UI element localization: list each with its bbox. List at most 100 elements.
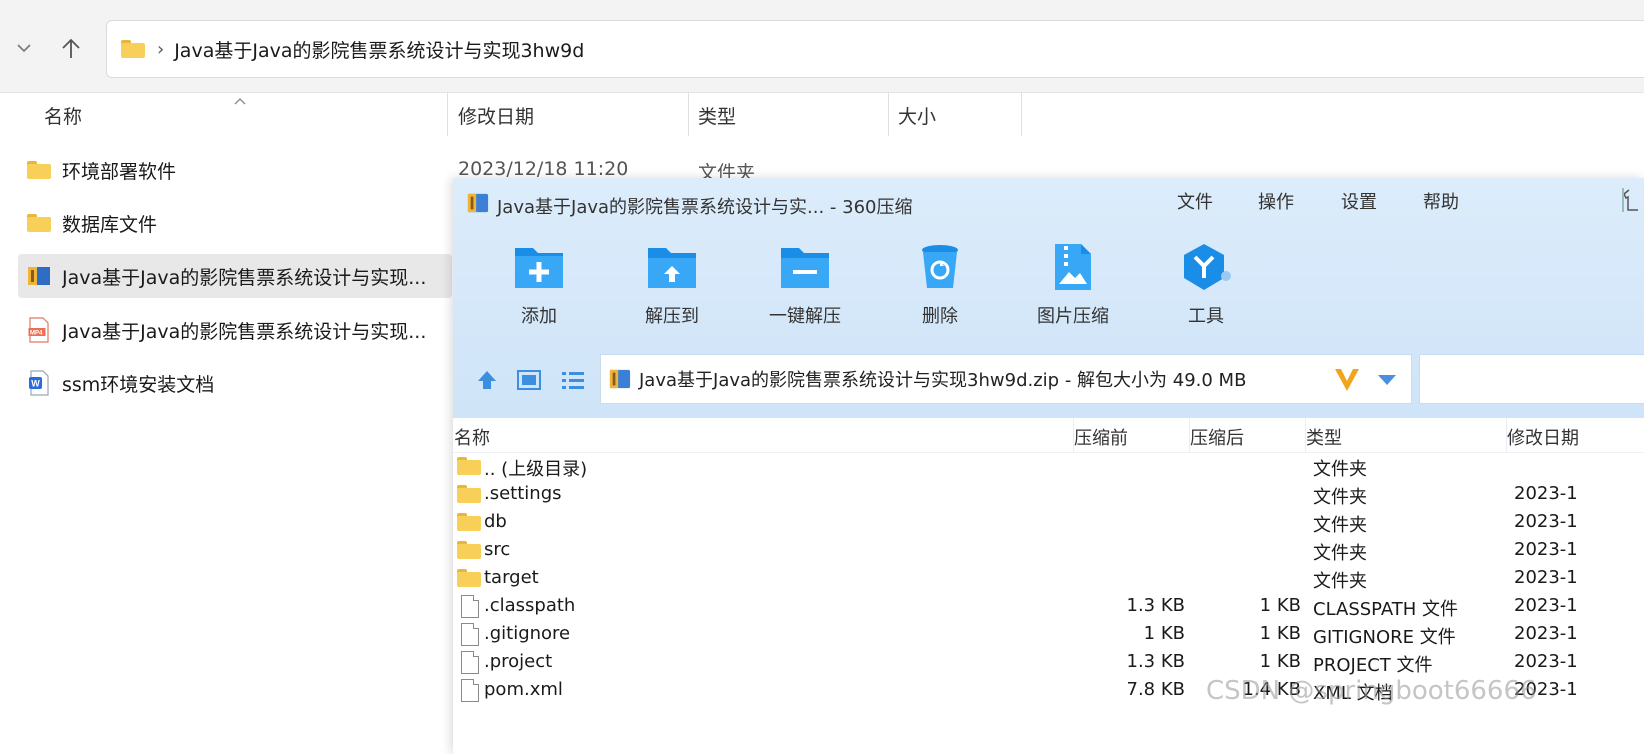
list-view-icon[interactable] xyxy=(559,366,587,394)
zip-list-row[interactable]: .project 1.3 KB 1 KB PROJECT 文件 2023-1 xyxy=(453,649,1644,677)
column-divider[interactable] xyxy=(1021,92,1022,136)
zip-item-date: 2023-1 xyxy=(1514,511,1578,532)
zip-item-type: GITIGNORE 文件 xyxy=(1313,627,1456,648)
zip-list-row[interactable]: .settings 文件夹 2023-1 xyxy=(453,481,1644,509)
column-modified-header[interactable]: 修改日期 xyxy=(458,92,534,138)
path-dropdown-icon[interactable] xyxy=(1377,371,1397,390)
explorer-toolbar: › Java基于Java的影院售票系统设计与实现3hw9d xyxy=(0,0,1644,93)
add-button[interactable]: 添加 xyxy=(479,242,599,328)
column-name-header[interactable]: 名称 xyxy=(44,92,82,138)
zip-item-name: pom.xml xyxy=(484,679,563,700)
address-bar[interactable]: › Java基于Java的影院售票系统设计与实现3hw9d xyxy=(106,20,1644,78)
explorer-list-item[interactable]: MP4 Java基于Java的影院售票系统设计与实现... xyxy=(18,308,452,352)
item-name: Java基于Java的影院售票系统设计与实现... xyxy=(62,320,427,343)
column-divider[interactable] xyxy=(688,92,689,136)
tools-button[interactable]: 工具 xyxy=(1146,242,1266,328)
menu-operations[interactable]: 操作 xyxy=(1258,188,1294,214)
explorer-list-item[interactable]: W ssm环境安装文档 xyxy=(18,361,452,405)
explorer-list-item[interactable]: Java基于Java的影院售票系统设计与实现... xyxy=(18,254,452,298)
zip-item-date: 2023-1 xyxy=(1514,595,1578,616)
image-compress-button[interactable]: 图片压缩 xyxy=(1013,242,1133,328)
word-document-icon: W xyxy=(26,370,52,396)
zip-item-date: 2023-1 xyxy=(1514,539,1578,560)
recent-locations-chevron-icon[interactable] xyxy=(4,28,44,68)
tools-icon xyxy=(1184,244,1231,290)
zip-item-size-before: 7.8 KB xyxy=(1126,679,1186,700)
svg-text:MP4: MP4 xyxy=(30,331,43,337)
mp4-file-icon: MP4 xyxy=(26,317,52,343)
zip-item-name: .settings xyxy=(484,483,562,504)
zip-item-type: PROJECT 文件 xyxy=(1313,655,1433,676)
zip-archive-icon xyxy=(26,263,52,289)
zip-list-row[interactable]: src 文件夹 2023-1 xyxy=(453,537,1644,565)
sort-ascending-icon xyxy=(234,90,246,109)
item-modified-date: 2023/12/18 11:20 xyxy=(458,158,629,180)
zip-col-type[interactable]: 类型 xyxy=(1306,424,1342,450)
folder-icon xyxy=(457,539,481,561)
zip-col-before[interactable]: 压缩前 xyxy=(1074,424,1128,450)
svg-text:W: W xyxy=(31,379,40,389)
column-type-header[interactable]: 类型 xyxy=(698,92,736,138)
extract-to-button[interactable]: 解压到 xyxy=(612,242,732,328)
menu-help[interactable]: 帮助 xyxy=(1423,188,1459,214)
zip-window-title: Java基于Java的影院售票系统设计与实... - 360压缩 xyxy=(467,192,913,219)
zip-item-type: 文件夹 xyxy=(1313,459,1367,480)
archive-path-text: Java基于Java的影院售票系统设计与实现3hw9d.zip - 解包大小为 … xyxy=(639,370,1247,391)
archive-path-field[interactable]: Java基于Java的影院售票系统设计与实现3hw9d.zip - 解包大小为 … xyxy=(600,354,1412,404)
zip-col-modified[interactable]: 修改日期 xyxy=(1507,424,1579,450)
zip-item-date: 2023-1 xyxy=(1514,567,1578,588)
zip-app-icon xyxy=(467,192,489,219)
explorer-list-item[interactable]: 环境部署软件 xyxy=(18,148,452,192)
column-divider[interactable] xyxy=(447,92,448,136)
zip-column-header: 名称 压缩前 压缩后 类型 修改日期 xyxy=(453,418,1644,453)
delete-button[interactable]: 删除 xyxy=(880,242,1000,328)
archive-search-input[interactable] xyxy=(1419,354,1644,404)
zip-list-row[interactable]: .gitignore 1 KB 1 KB GITIGNORE 文件 2023-1 xyxy=(453,621,1644,649)
explorer-list-item[interactable]: 数据库文件 xyxy=(18,201,452,245)
zip-list-row[interactable]: db 文件夹 2023-1 xyxy=(453,509,1644,537)
zip-file-icon xyxy=(609,368,631,390)
menu-file[interactable]: 文件 xyxy=(1177,188,1213,214)
zip-item-date: 2023-1 xyxy=(1514,623,1578,644)
menu-settings[interactable]: 设置 xyxy=(1341,188,1377,214)
zip-item-size-after: 1 KB xyxy=(1259,651,1301,672)
zip-item-name: .project xyxy=(484,651,553,672)
zip-window-title-text: Java基于Java的影院售票系统设计与实... - 360压缩 xyxy=(497,196,913,218)
folder-icon xyxy=(26,157,52,183)
folder-icon xyxy=(457,483,481,505)
column-size-header[interactable]: 大小 xyxy=(898,92,936,138)
item-name: Java基于Java的影院售票系统设计与实现... xyxy=(62,266,427,289)
go-up-arrow-icon[interactable] xyxy=(473,366,501,394)
one-click-extract-button[interactable]: 一键解压 xyxy=(745,242,865,328)
zip-item-type: CLASSPATH 文件 xyxy=(1313,599,1459,620)
zip-item-size-before: 1.3 KB xyxy=(1126,595,1186,616)
zip-list-row[interactable]: .classpath 1.3 KB 1 KB CLASSPATH 文件 2023… xyxy=(453,593,1644,621)
tool-label: 工具 xyxy=(1188,306,1224,327)
zip-item-type: 文件夹 xyxy=(1313,487,1367,508)
up-arrow-icon[interactable] xyxy=(51,28,91,68)
zip-item-size-after: 1 KB xyxy=(1259,623,1301,644)
zip-item-name: target xyxy=(484,567,539,588)
folder-icon xyxy=(457,567,481,589)
zip-item-type: 文件夹 xyxy=(1313,543,1367,564)
zip-list-row[interactable]: target 文件夹 2023-1 xyxy=(453,565,1644,593)
zip-item-name: db xyxy=(484,511,507,532)
zip-window-header: Java基于Java的影院售票系统设计与实... - 360压缩 文件 操作 设… xyxy=(453,178,1644,418)
file-icon xyxy=(457,678,481,702)
tool-label: 删除 xyxy=(922,306,958,327)
zip-item-name: .classpath xyxy=(484,595,576,616)
zip-item-size-before: 1.3 KB xyxy=(1126,651,1186,672)
v-logo-icon[interactable] xyxy=(1333,365,1361,397)
file-icon xyxy=(457,622,481,646)
zip-item-name: .. (上级目录) xyxy=(484,459,588,480)
zip-list-row[interactable]: .. (上级目录) 文件夹 xyxy=(453,453,1644,481)
zip-path-row: Java基于Java的影院售票系统设计与实现3hw9d.zip - 解包大小为 … xyxy=(453,354,1644,406)
thumbnail-view-icon[interactable] xyxy=(515,366,543,394)
item-name: 环境部署软件 xyxy=(62,160,177,183)
image-compress-icon xyxy=(1055,244,1091,290)
zip-col-name[interactable]: 名称 xyxy=(454,424,490,450)
skin-shirt-icon[interactable] xyxy=(1622,188,1644,216)
column-divider[interactable] xyxy=(888,92,889,136)
breadcrumb-current-folder[interactable]: Java基于Java的影院售票系统设计与实现3hw9d xyxy=(174,36,584,63)
zip-col-after[interactable]: 压缩后 xyxy=(1190,424,1244,450)
